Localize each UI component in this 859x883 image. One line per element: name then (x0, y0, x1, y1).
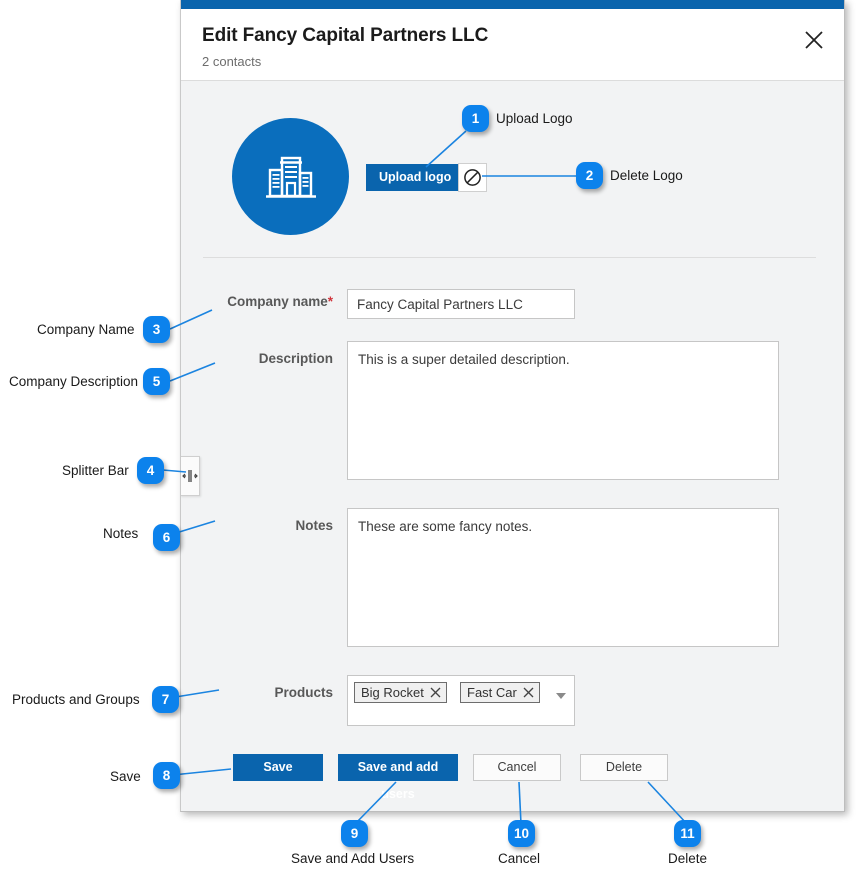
delete-logo-button[interactable] (458, 163, 487, 192)
callout-badge-10: 10 (508, 820, 535, 847)
callout-badge-7: 7 (152, 686, 179, 713)
product-tag-label: Fast Car (467, 685, 517, 700)
company-logo-avatar (232, 118, 349, 235)
callout-badge-11: 11 (674, 820, 701, 847)
callout-badge-6: 6 (153, 524, 180, 551)
contacts-count: 2 contacts (202, 54, 262, 69)
save-and-add-users-button[interactable]: Save and add users (338, 754, 458, 801)
required-marker: * (327, 294, 333, 309)
callout-label-1: Upload Logo (496, 111, 573, 126)
callout-label-7: Products and Groups (12, 692, 140, 707)
section-divider (203, 257, 816, 258)
callout-badge-3: 3 (143, 316, 170, 343)
product-tag[interactable]: Fast Car (460, 682, 540, 703)
dialog-header: Edit Fancy Capital Partners LLC 2 contac… (181, 9, 844, 81)
close-icon[interactable] (430, 687, 441, 698)
callout-label-6: Notes (103, 526, 139, 541)
dialog-body: Upload logo Company name* Description No… (181, 81, 844, 811)
callout-badge-4: 4 (137, 457, 164, 484)
company-name-input[interactable] (347, 289, 575, 319)
notes-label: Notes (295, 518, 333, 533)
callout-label-11: Delete (668, 851, 708, 866)
splitter-bar[interactable] (181, 456, 200, 496)
callout-badge-8: 8 (153, 762, 180, 789)
products-multiselect[interactable]: Big Rocket Fast Car (347, 675, 575, 726)
dialog-accent-bar (181, 0, 844, 9)
callout-label-9: Save and Add Users (291, 851, 415, 866)
chevron-down-icon[interactable] (556, 693, 566, 699)
company-name-label: Company name* (181, 294, 333, 309)
description-label: Description (258, 351, 333, 366)
close-icon[interactable] (523, 687, 534, 698)
description-textarea[interactable] (347, 341, 779, 480)
splitter-handle-icon (181, 470, 198, 482)
callout-label-4: Splitter Bar (62, 463, 129, 478)
close-icon[interactable] (801, 27, 827, 53)
delete-button[interactable]: Delete (580, 754, 668, 781)
callout-label-8: Save (110, 769, 141, 784)
callout-label-10: Cancel (498, 851, 541, 866)
callout-badge-9: 9 (341, 820, 368, 847)
callout-badge-1: 1 (462, 105, 489, 132)
save-button[interactable]: Save (233, 754, 323, 781)
no-entry-icon (464, 169, 481, 186)
callout-badge-2: 2 (576, 162, 603, 189)
products-label: Products (274, 685, 333, 700)
callout-label-2: Delete Logo (610, 168, 683, 183)
callout-badge-5: 5 (143, 368, 170, 395)
product-tag[interactable]: Big Rocket (354, 682, 447, 703)
page-title: Edit Fancy Capital Partners LLC (202, 25, 489, 46)
callout-label-5: Company Description (9, 374, 139, 389)
building-icon (265, 156, 316, 198)
upload-logo-button[interactable]: Upload logo (366, 164, 465, 191)
cancel-button[interactable]: Cancel (473, 754, 561, 781)
company-name-label-text: Company name (227, 294, 328, 309)
product-tag-label: Big Rocket (361, 685, 424, 700)
callout-label-3: Company Name (37, 322, 135, 337)
notes-textarea[interactable] (347, 508, 779, 647)
